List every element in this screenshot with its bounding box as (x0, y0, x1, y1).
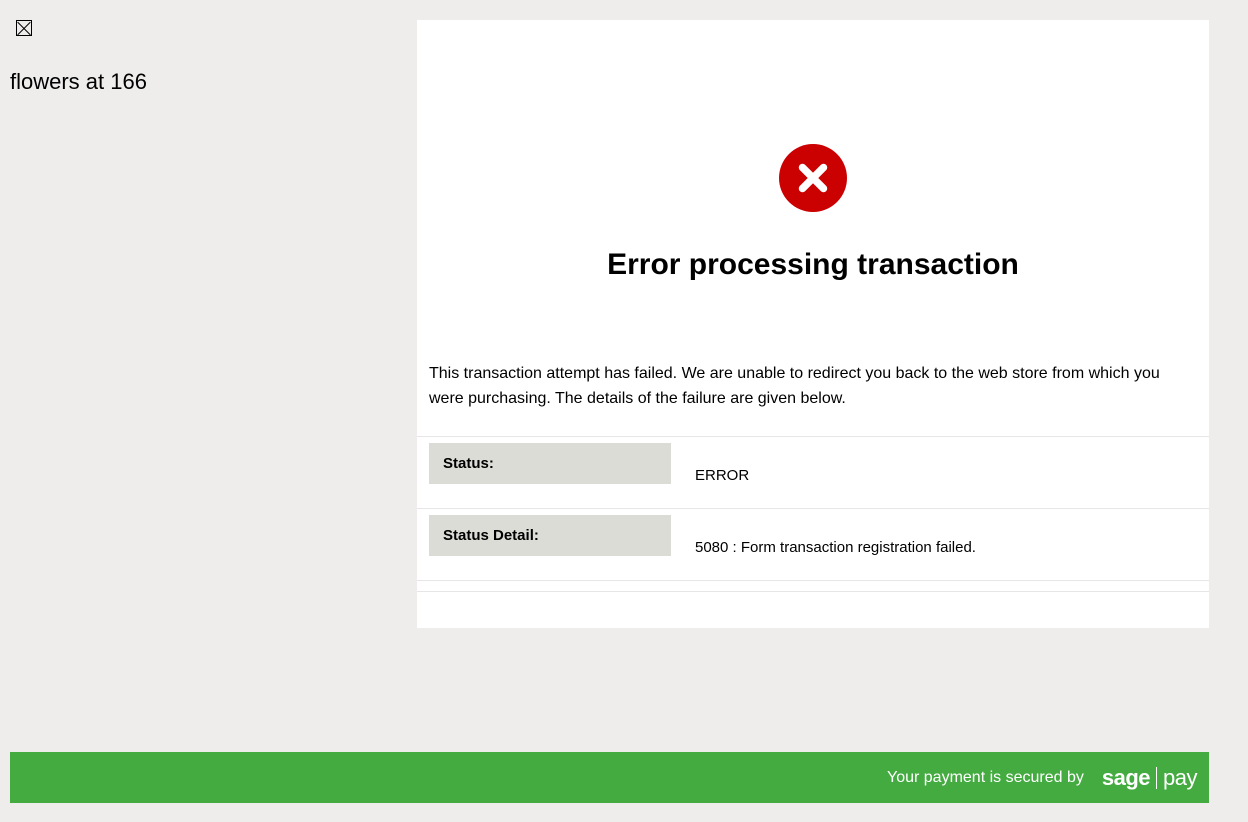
detail-row-status-detail: Status Detail: 5080 : Form transaction r… (417, 508, 1209, 580)
detail-label: Status: (429, 443, 671, 484)
logo-sage-text: sage (1102, 765, 1150, 791)
error-panel: Error processing transaction This transa… (417, 20, 1209, 628)
site-name: flowers at 166 (10, 69, 400, 95)
logo-divider (1156, 767, 1157, 789)
error-title: Error processing transaction (417, 248, 1209, 282)
error-icon (779, 144, 847, 212)
detail-value: 5080 : Form transaction registration fai… (671, 515, 976, 574)
footer-bar: Your payment is secured by sage pay (10, 752, 1209, 803)
error-header: Error processing transaction (417, 20, 1209, 362)
detail-value: ERROR (671, 443, 749, 502)
footer-secured-text: Your payment is secured by (887, 769, 1084, 787)
detail-row-status: Status: ERROR (417, 436, 1209, 508)
divider (417, 591, 1209, 592)
error-description: This transaction attempt has failed. We … (417, 362, 1209, 436)
sagepay-logo: sage pay (1102, 765, 1197, 791)
logo-pay-text: pay (1163, 765, 1197, 791)
detail-label: Status Detail: (429, 515, 671, 556)
divider (417, 580, 1209, 587)
sidebar: flowers at 166 (10, 20, 400, 95)
broken-image-icon (16, 20, 32, 36)
